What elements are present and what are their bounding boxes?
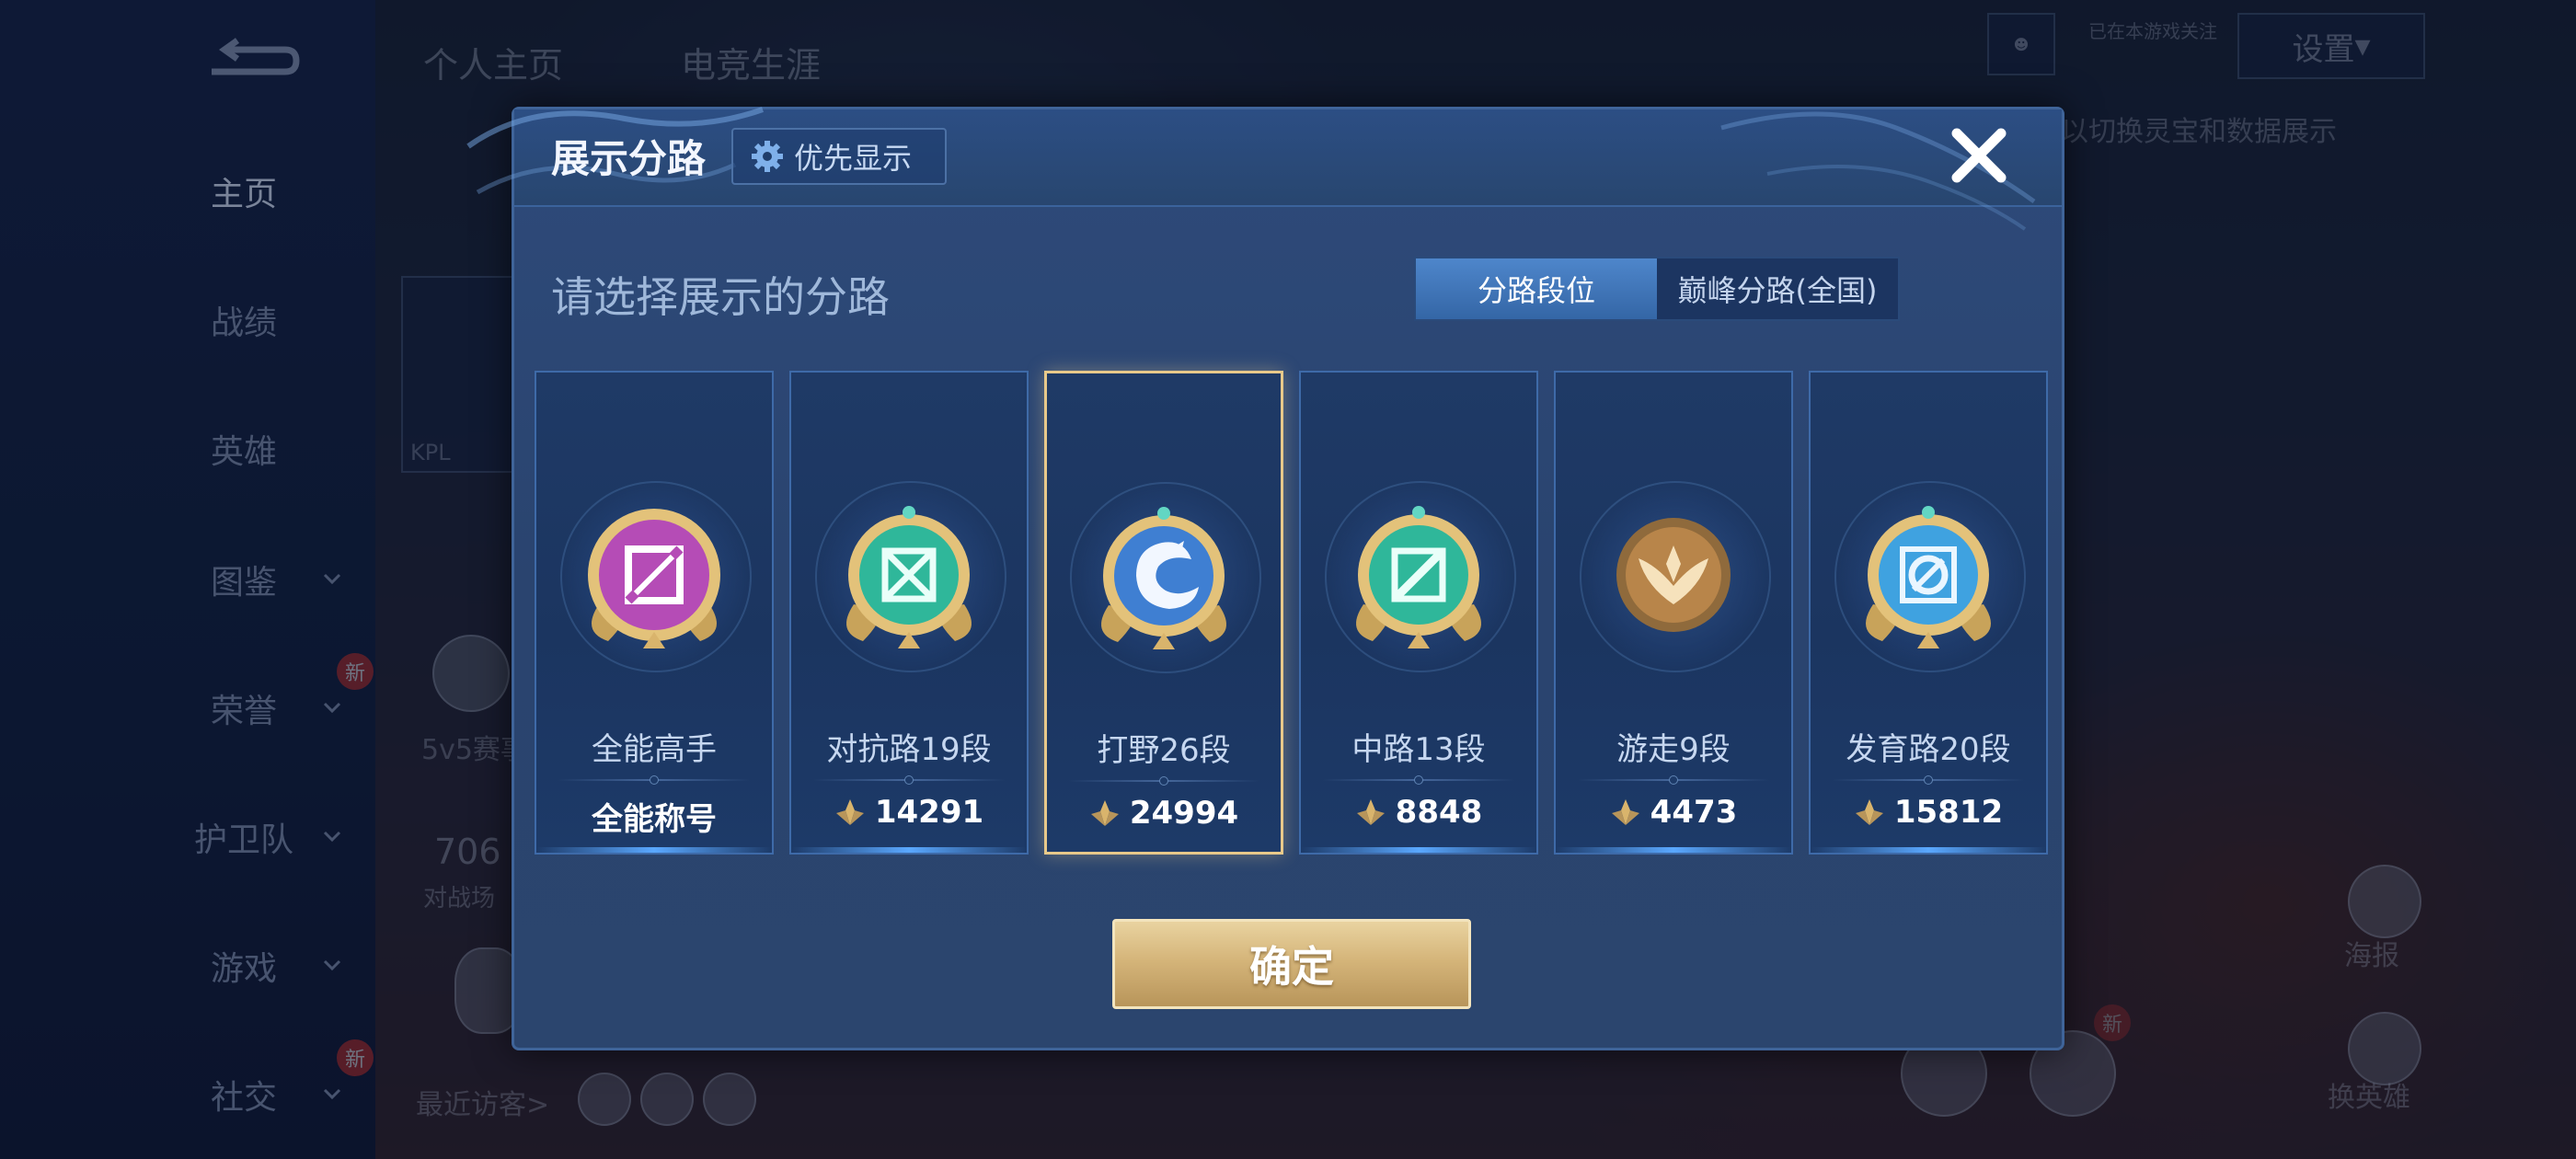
lane-display-dialog: 展示分路 优先显示 请选择展示的分路 分路段位 巅峰分路(全国) 全能高手 全能… bbox=[466, 107, 2064, 1050]
dialog-header: 展示分路 优先显示 bbox=[466, 107, 2062, 231]
lane-card-roam[interactable]: 游走9段 4473 bbox=[1554, 371, 1793, 855]
lane-score-value: 15812 bbox=[1893, 794, 2004, 831]
lane-name: 游走9段 bbox=[1616, 731, 1731, 768]
tab-lane-rank[interactable]: 分路段位 bbox=[1416, 258, 1657, 319]
jungle-dragon-icon bbox=[1101, 507, 1226, 649]
confirm-button[interactable]: 确定 bbox=[1112, 919, 1471, 1009]
close-icon[interactable] bbox=[1946, 122, 2012, 189]
lane-score: 8848 bbox=[1301, 794, 1536, 831]
lane-name: 打野26段 bbox=[1097, 732, 1231, 769]
peak-points-icon bbox=[1611, 799, 1639, 825]
card-divider bbox=[1578, 775, 1769, 785]
card-divider bbox=[558, 775, 750, 785]
card-glow-bar bbox=[1556, 847, 1791, 853]
mid-lane-icon bbox=[1356, 506, 1481, 648]
gear-icon bbox=[752, 141, 783, 172]
lane-card-farm[interactable]: 发育路20段 15812 bbox=[1809, 371, 2048, 855]
lane-card-jungle[interactable]: 打野26段 24994 bbox=[1044, 371, 1283, 855]
card-divider bbox=[1323, 775, 1514, 785]
farm-lane-icon bbox=[1866, 506, 1991, 648]
lane-score-value: 4473 bbox=[1650, 794, 1738, 831]
priority-display-button[interactable]: 优先显示 bbox=[731, 128, 947, 185]
peak-points-icon bbox=[1855, 799, 1883, 825]
card-glow-bar bbox=[791, 847, 1027, 853]
peak-points-icon bbox=[1090, 800, 1119, 826]
lane-name: 全能高手 bbox=[592, 731, 717, 768]
tab-peak-lane-national[interactable]: 巅峰分路(全国) bbox=[1657, 258, 1898, 319]
lane-name: 中路13段 bbox=[1351, 731, 1486, 768]
clash-lane-icon bbox=[846, 506, 972, 648]
lane-card-mid[interactable]: 中路13段 8848 bbox=[1299, 371, 1538, 855]
dialog-subtitle: 请选择展示的分路 bbox=[551, 272, 890, 322]
peak-points-icon bbox=[1356, 799, 1385, 825]
lane-name: 发育路20段 bbox=[1846, 731, 2011, 768]
card-glow-bar bbox=[1811, 847, 2046, 853]
priority-display-label: 优先显示 bbox=[794, 141, 913, 176]
lane-card-list: 全能高手 全能称号 对抗路19段 14291 打野26段 24994 中路13段… bbox=[535, 371, 2048, 858]
lane-type-toggle: 分路段位 巅峰分路(全国) bbox=[1414, 257, 1900, 321]
roam-icon bbox=[1616, 518, 1731, 632]
lane-score: 14291 bbox=[791, 794, 1027, 831]
lane-score-value: 14291 bbox=[874, 794, 984, 831]
lane-card-all-round[interactable]: 全能高手 全能称号 bbox=[535, 371, 774, 855]
lane-name: 对抗路19段 bbox=[826, 731, 992, 768]
lane-score-value: 全能称号 bbox=[592, 801, 717, 838]
lane-score: 4473 bbox=[1556, 794, 1791, 831]
lane-score: 24994 bbox=[1047, 795, 1281, 832]
card-glow-bar bbox=[1301, 847, 1536, 853]
card-divider bbox=[1069, 776, 1259, 786]
lane-card-clash[interactable]: 对抗路19段 14291 bbox=[789, 371, 1029, 855]
card-divider bbox=[1833, 775, 2024, 785]
lane-score-value: 8848 bbox=[1395, 794, 1483, 831]
card-glow-bar bbox=[536, 847, 772, 853]
peak-points-icon bbox=[835, 799, 864, 825]
lane-score-value: 24994 bbox=[1129, 795, 1239, 832]
lane-score: 全能称号 bbox=[536, 794, 772, 839]
all-round-icon bbox=[588, 509, 720, 648]
dialog-title: 展示分路 bbox=[551, 136, 707, 181]
card-divider bbox=[813, 775, 1005, 785]
lane-score: 15812 bbox=[1811, 794, 2046, 831]
